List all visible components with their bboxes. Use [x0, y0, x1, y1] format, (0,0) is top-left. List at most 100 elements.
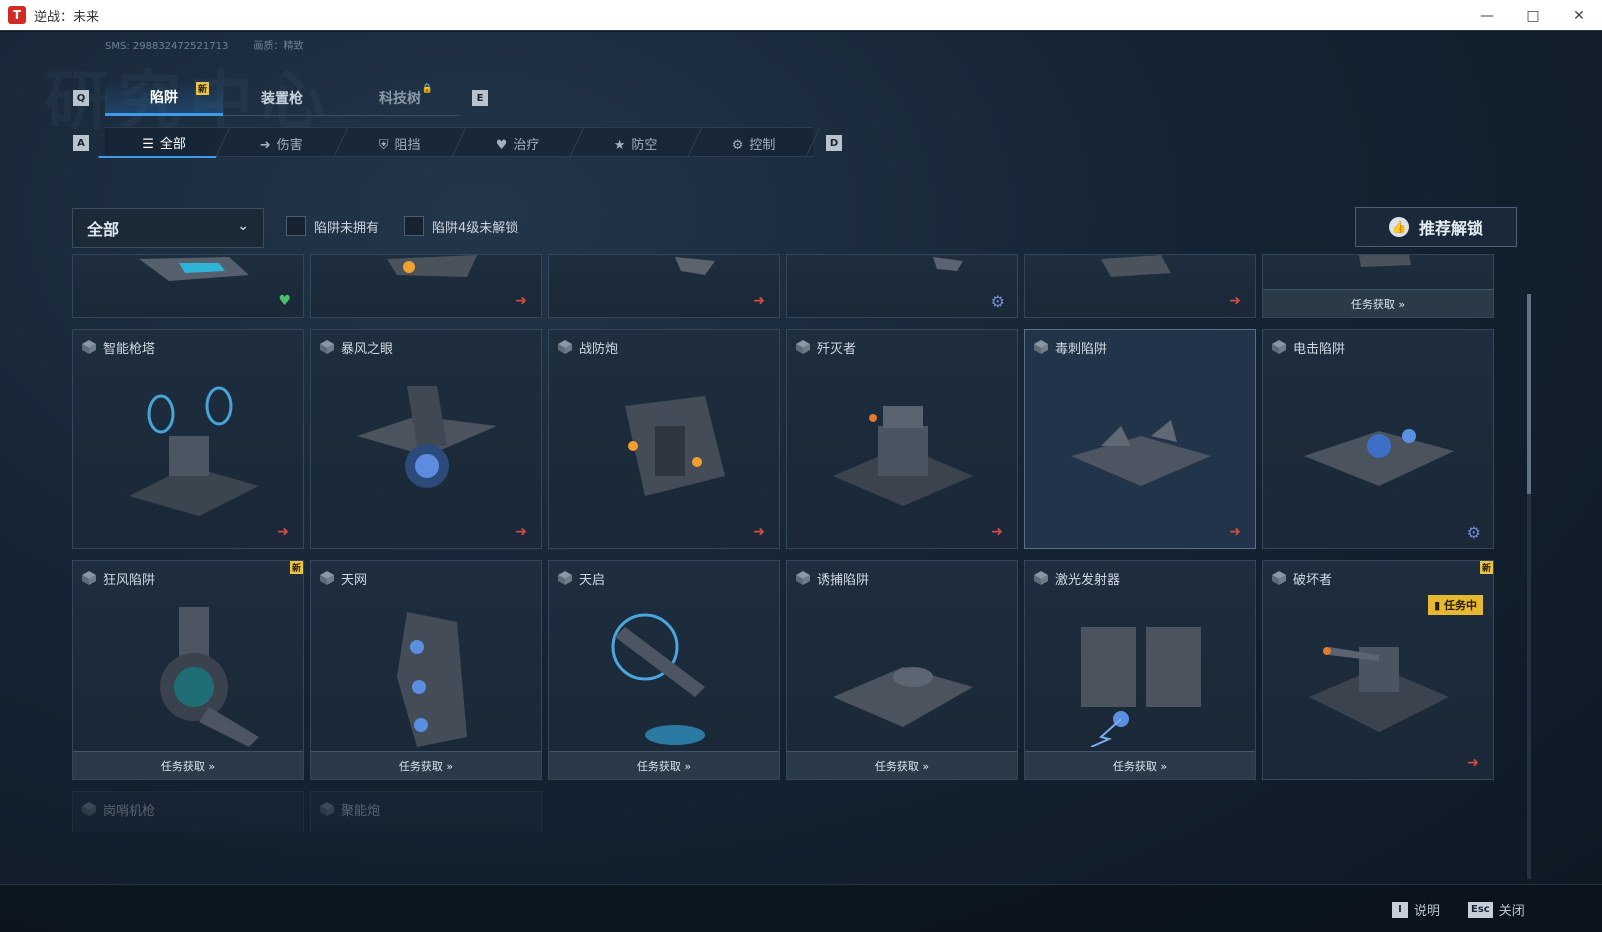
trap-name: 天启	[579, 573, 606, 588]
heart-icon: ♥	[495, 137, 508, 153]
help-key: I	[1392, 901, 1408, 918]
close-window-button[interactable]: ✕	[1556, 0, 1602, 31]
task-acquire-button[interactable]: 任务获取 »	[73, 751, 303, 779]
trap-card[interactable]: ➜	[548, 254, 780, 318]
tab-traps-label: 陷阱	[150, 89, 178, 106]
trap-card-poison-spike[interactable]: 毒刺陷阱 ➜	[1024, 329, 1256, 549]
scroll-thumb[interactable]	[1527, 294, 1531, 494]
tab-traps[interactable]: 陷阱 新	[105, 80, 223, 116]
heart-icon: ♥	[278, 293, 291, 309]
help-label: 说明	[1414, 904, 1441, 919]
help-button[interactable]: I 说明	[1392, 900, 1440, 919]
task-acquire-button[interactable]: 任务获取 »	[787, 751, 1017, 779]
close-label: 关闭	[1498, 904, 1525, 919]
dropdown-value: 全部	[87, 220, 120, 239]
badge-icon: ★	[613, 137, 626, 153]
trap-name: 暴风之眼	[341, 342, 394, 357]
trap-card-anti-tank-cannon[interactable]: 战防炮 ➜	[548, 329, 780, 549]
new-badge: 新	[290, 561, 303, 574]
trap-name: 电击陷阱	[1293, 342, 1346, 357]
list-icon: ☰	[142, 136, 154, 152]
trap-card[interactable]: ♥	[72, 254, 304, 318]
trap-name: 狂风陷阱	[103, 573, 156, 588]
trap-name: 智能枪塔	[103, 342, 156, 357]
arrow-icon: ➜	[991, 524, 1003, 540]
cube-icon	[558, 571, 572, 585]
trap-card[interactable]: ➜	[310, 254, 542, 318]
trap-name: 毒刺陷阱	[1055, 342, 1108, 357]
trap-card-capture-trap[interactable]: 诱捕陷阱 任务获取 »	[786, 560, 1018, 780]
tab-tech-tree[interactable]: 科技树 🔒	[341, 80, 459, 116]
trap-card-storm-eye[interactable]: 暴风之眼 ➜	[310, 329, 542, 549]
trap-name: 歼灭者	[817, 342, 857, 357]
gear-icon: ⚙	[990, 292, 1005, 311]
close-button[interactable]: Esc 关闭	[1468, 900, 1525, 919]
trap-art	[1359, 255, 1411, 267]
category-dropdown[interactable]: 全部 ⌄	[72, 208, 264, 248]
trap-card-shock-trap[interactable]: 电击陷阱 ⚙	[1262, 329, 1494, 549]
trap-name: 诱捕陷阱	[817, 573, 870, 588]
trap-grid: ♥ ➜ ➜ ⚙ ➜ 任务获取 » 智能枪塔 ➜ 暴风之眼 ➜ 战防炮 ➜ 歼灭者…	[72, 254, 1520, 832]
footer-bar: I 说明 Esc 关闭	[0, 884, 1602, 932]
minimize-button[interactable]: —	[1464, 0, 1510, 31]
tab-anti-air[interactable]: ★ 防空	[570, 128, 702, 158]
lock-icon: 🔒	[421, 84, 433, 94]
trap-card-gale-trap[interactable]: 狂风陷阱 新 任务获取 »	[72, 560, 304, 780]
task-acquire-button[interactable]: 任务获取 »	[1025, 751, 1255, 779]
arrow-icon: ➜	[753, 293, 765, 309]
arrow-icon: ➜	[260, 137, 271, 153]
key-hint-d: D	[826, 135, 842, 151]
checkbox-unowned[interactable]	[286, 216, 306, 236]
cube-icon	[82, 802, 96, 816]
maximize-button[interactable]: □	[1510, 0, 1556, 31]
trap-card-smart-turret[interactable]: 智能枪塔 ➜	[72, 329, 304, 549]
new-badge: 新	[196, 82, 209, 95]
tab-device-guns[interactable]: 装置枪	[223, 80, 341, 116]
checkbox-lv4-locked[interactable]	[404, 216, 424, 236]
task-acquire-button[interactable]: 任务获取 »	[549, 751, 779, 779]
cube-icon	[1272, 340, 1286, 354]
trap-card-annihilator[interactable]: 歼灭者 ➜	[786, 329, 1018, 549]
filter-unowned[interactable]: 陷阱未拥有	[286, 216, 379, 236]
arrow-icon: ➜	[515, 293, 527, 309]
trap-card[interactable]: ➜	[1024, 254, 1256, 318]
cube-icon	[82, 571, 96, 585]
trap-card-destroyer[interactable]: 破坏者 新 ▮ 任务中 ➜	[1262, 560, 1494, 780]
trap-card[interactable]: ⚙	[786, 254, 1018, 318]
trap-card-sentry-gun[interactable]: 岗哨机枪	[72, 791, 304, 832]
cube-icon	[1034, 571, 1048, 585]
trap-card-laser-emitter[interactable]: 激光发射器 任务获取 »	[1024, 560, 1256, 780]
trap-art	[1304, 429, 1454, 486]
trap-art	[357, 386, 497, 488]
cube-icon	[82, 340, 96, 354]
filter-lv4-locked[interactable]: 陷阱4级未解锁	[404, 216, 518, 236]
recommend-unlock-label: 推荐解锁	[1418, 219, 1483, 238]
quality-label: 画质：精致	[253, 41, 304, 52]
trap-card-focus-cannon[interactable]: 聚能炮	[310, 791, 542, 832]
tab-tech-tree-label: 科技树	[379, 90, 421, 107]
grid-scrollbar[interactable]	[1527, 294, 1531, 879]
cube-icon	[320, 571, 334, 585]
tab-damage[interactable]: ➜ 伤害	[216, 128, 348, 158]
trap-card-skynet[interactable]: 天网 任务获取 »	[310, 560, 542, 780]
tab-block-label: 阻挡	[394, 137, 421, 153]
tab-block[interactable]: ⛨ 阻挡	[334, 128, 466, 158]
trap-art	[1071, 420, 1211, 486]
cube-icon	[320, 802, 334, 816]
task-acquire-button[interactable]: 任务获取 »	[311, 751, 541, 779]
window-title: 逆战：未来	[34, 9, 100, 25]
trap-art	[625, 396, 725, 496]
shield-icon: ⛨	[378, 137, 389, 153]
tab-control[interactable]: ⚙ 控制	[688, 128, 820, 158]
recommend-unlock-button[interactable]: 👍 推荐解锁	[1355, 207, 1517, 247]
task-acquire-button[interactable]: 任务获取 »	[1263, 289, 1493, 317]
arrow-icon: ➜	[1229, 293, 1241, 309]
trap-card[interactable]: 任务获取 »	[1262, 254, 1494, 318]
trap-card-apocalypse[interactable]: 天启 任务获取 »	[548, 560, 780, 780]
tab-all[interactable]: ☰ 全部	[98, 128, 230, 158]
trap-art	[675, 257, 715, 275]
sms-info: SMS: 298832472521713 画质：精致	[105, 37, 326, 52]
trap-art	[611, 613, 705, 745]
trap-name: 聚能炮	[341, 804, 381, 819]
tab-heal[interactable]: ♥ 治疗	[452, 128, 584, 158]
